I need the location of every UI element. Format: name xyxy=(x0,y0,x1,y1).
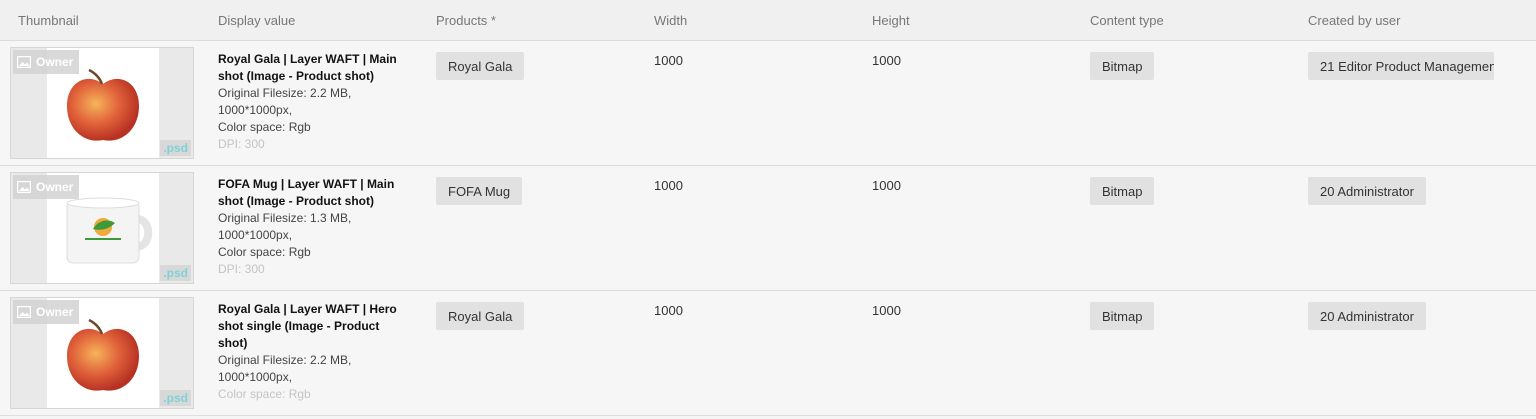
header-width[interactable]: Width xyxy=(654,13,687,28)
grid-header: Thumbnail Display value Products * Width… xyxy=(0,0,1536,41)
owner-label: Owner xyxy=(36,55,74,69)
asset-dpi: DPI: 300 xyxy=(218,262,265,276)
owner-label: Owner xyxy=(36,305,74,319)
asset-filesize: Original Filesize: 2.2 MB, xyxy=(218,353,352,367)
image-icon xyxy=(17,56,31,68)
asset-color-space: Color space: Rgb xyxy=(218,387,311,401)
asset-color-space: Color space: Rgb xyxy=(218,245,311,259)
height-value: 1000 xyxy=(872,303,901,318)
owner-label: Owner xyxy=(36,180,74,194)
created-by-chip[interactable]: 20 Administrator xyxy=(1308,302,1426,330)
width-value: 1000 xyxy=(654,53,683,68)
owner-badge: Owner xyxy=(13,300,80,324)
asset-dimensions: 1000*1000px, xyxy=(218,228,293,242)
file-extension-badge: .psd xyxy=(160,265,191,281)
display-value: FOFA Mug | Layer WAFT | Main shot (Image… xyxy=(218,176,408,284)
content-type-chip[interactable]: Bitmap xyxy=(1090,52,1155,80)
file-extension-badge: .psd xyxy=(160,140,191,156)
asset-title: Royal Gala | Layer WAFT | Hero shot sing… xyxy=(218,302,397,350)
asset-grid: Thumbnail Display value Products * Width… xyxy=(0,0,1536,419)
asset-dimensions: 1000*1000px, xyxy=(218,370,293,384)
content-type-chip[interactable]: Bitmap xyxy=(1090,177,1155,205)
owner-badge: Owner xyxy=(13,50,80,74)
thumbnail[interactable]: Owner .psd xyxy=(10,47,194,159)
header-content-type[interactable]: Content type xyxy=(1090,13,1164,28)
display-value: Royal Gala | Layer WAFT | Hero shot sing… xyxy=(218,301,408,409)
width-value: 1000 xyxy=(654,178,683,193)
table-row[interactable]: Owner .psd Royal Gala | Layer WAFT | Her… xyxy=(0,291,1536,416)
owner-badge: Owner xyxy=(13,175,80,199)
header-display-value[interactable]: Display value xyxy=(218,13,295,28)
image-icon xyxy=(17,306,31,318)
created-by-chip[interactable]: 20 Administrator xyxy=(1308,177,1426,205)
asset-dimensions: 1000*1000px, xyxy=(218,103,293,117)
asset-title: Royal Gala | Layer WAFT | Main shot (Ima… xyxy=(218,52,397,83)
display-value: Royal Gala | Layer WAFT | Main shot (Ima… xyxy=(218,51,408,159)
header-thumbnail[interactable]: Thumbnail xyxy=(18,13,79,28)
table-row[interactable]: Owner .psd FOFA Mug | Layer WAFT | Main … xyxy=(0,166,1536,291)
file-extension-badge: .psd xyxy=(160,390,191,406)
header-height[interactable]: Height xyxy=(872,13,910,28)
asset-filesize: Original Filesize: 2.2 MB, xyxy=(218,86,352,100)
thumbnail[interactable]: Owner .psd xyxy=(10,172,194,284)
header-products[interactable]: Products * xyxy=(436,13,496,28)
height-value: 1000 xyxy=(872,178,901,193)
width-value: 1000 xyxy=(654,303,683,318)
image-icon xyxy=(17,181,31,193)
content-type-chip[interactable]: Bitmap xyxy=(1090,302,1155,330)
asset-dpi: DPI: 300 xyxy=(218,137,265,151)
created-by-chip[interactable]: 21 Editor Product Management xyxy=(1308,52,1494,80)
header-created-by-user[interactable]: Created by user xyxy=(1308,13,1401,28)
asset-filesize: Original Filesize: 1.3 MB, xyxy=(218,211,352,225)
asset-title: FOFA Mug | Layer WAFT | Main shot (Image… xyxy=(218,177,395,208)
product-chip[interactable]: FOFA Mug xyxy=(436,177,523,205)
thumbnail[interactable]: Owner .psd xyxy=(10,297,194,409)
asset-color-space: Color space: Rgb xyxy=(218,120,311,134)
height-value: 1000 xyxy=(872,53,901,68)
table-row[interactable]: Owner .psd Royal Gala | Layer WAFT | Mai… xyxy=(0,41,1536,166)
product-chip[interactable]: Royal Gala xyxy=(436,302,525,330)
product-chip[interactable]: Royal Gala xyxy=(436,52,525,80)
